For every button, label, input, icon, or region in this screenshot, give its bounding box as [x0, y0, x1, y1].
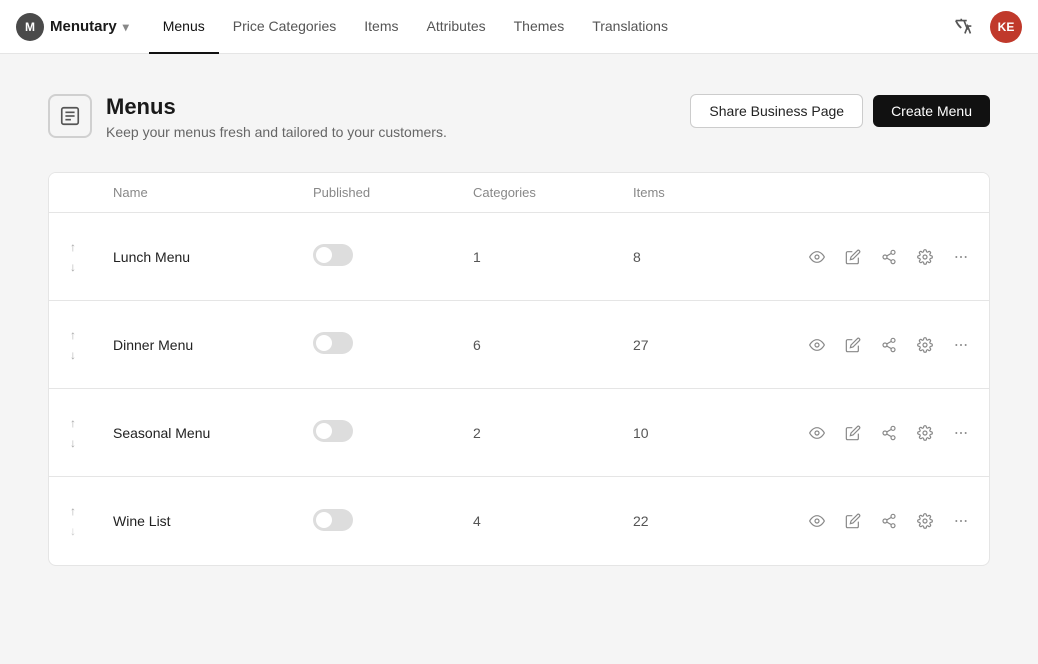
row-actions — [737, 233, 989, 281]
col-header-categories: Categories — [457, 173, 617, 212]
col-header-name: Name — [97, 173, 297, 212]
menu-published-toggle[interactable] — [297, 228, 457, 285]
toggle-slider — [313, 244, 353, 266]
page-header: Menus Keep your menus fresh and tailored… — [48, 94, 990, 140]
create-menu-button[interactable]: Create Menu — [873, 95, 990, 127]
user-avatar[interactable]: KE — [990, 11, 1022, 43]
more-options-button[interactable] — [945, 417, 977, 449]
menus-icon — [48, 94, 92, 138]
move-up-button[interactable]: ↑ — [66, 415, 80, 431]
toggle-switch[interactable] — [313, 420, 353, 442]
menu-categories-count: 2 — [457, 409, 617, 457]
view-button[interactable] — [801, 241, 833, 273]
menu-items-count: 8 — [617, 233, 737, 281]
nav-item-themes[interactable]: Themes — [500, 0, 579, 54]
move-down-button[interactable]: ↓ — [66, 523, 80, 539]
col-header-published: Published — [297, 173, 457, 212]
move-down-button[interactable]: ↓ — [66, 259, 80, 275]
toggle-switch[interactable] — [313, 509, 353, 531]
table-row: ↑ ↓ Wine List 4 22 — [49, 477, 989, 565]
menu-categories-count: 1 — [457, 233, 617, 281]
nav-item-translations[interactable]: Translations — [578, 0, 682, 54]
view-button[interactable] — [801, 505, 833, 537]
col-header-actions — [737, 173, 989, 212]
brand-avatar: M — [16, 13, 44, 41]
share-business-page-button[interactable]: Share Business Page — [690, 94, 863, 128]
move-up-button[interactable]: ↑ — [66, 503, 80, 519]
table-row: ↑ ↓ Dinner Menu 6 27 — [49, 301, 989, 389]
toggle-slider — [313, 332, 353, 354]
share-button[interactable] — [873, 241, 905, 273]
row-order-controls: ↑ ↓ — [49, 495, 97, 547]
toggle-slider — [313, 420, 353, 442]
menu-name: Seasonal Menu — [97, 409, 297, 457]
nav-items: Menus Price Categories Items Attributes … — [149, 0, 944, 53]
row-actions — [737, 409, 989, 457]
page-header-right: Share Business Page Create Menu — [690, 94, 990, 128]
menu-name: Dinner Menu — [97, 321, 297, 369]
move-down-button[interactable]: ↓ — [66, 347, 80, 363]
menu-items-count: 10 — [617, 409, 737, 457]
toggle-switch[interactable] — [313, 332, 353, 354]
table-row: ↑ ↓ Seasonal Menu 2 10 — [49, 389, 989, 477]
page-title-group: Menus Keep your menus fresh and tailored… — [106, 94, 447, 140]
row-order-controls: ↑ ↓ — [49, 319, 97, 371]
menu-items-count: 22 — [617, 497, 737, 545]
nav-item-items[interactable]: Items — [350, 0, 412, 54]
menu-items-count: 27 — [617, 321, 737, 369]
share-button[interactable] — [873, 417, 905, 449]
row-order-controls: ↑ ↓ — [49, 231, 97, 283]
main-content: Menus Keep your menus fresh and tailored… — [0, 54, 1038, 606]
settings-button[interactable] — [909, 505, 941, 537]
edit-button[interactable] — [837, 241, 869, 273]
menu-name: Lunch Menu — [97, 233, 297, 281]
menu-published-toggle[interactable] — [297, 316, 457, 373]
move-down-button[interactable]: ↓ — [66, 435, 80, 451]
edit-button[interactable] — [837, 505, 869, 537]
nav-right: KE — [948, 11, 1022, 43]
brand-chevron-icon: ▾ — [123, 20, 129, 34]
nav-item-price-categories[interactable]: Price Categories — [219, 0, 351, 54]
menus-table: Name Published Categories Items ↑ ↓ Lunc… — [48, 172, 990, 566]
more-options-button[interactable] — [945, 241, 977, 273]
share-button[interactable] — [873, 505, 905, 537]
settings-button[interactable] — [909, 417, 941, 449]
top-nav: M Menutary ▾ Menus Price Categories Item… — [0, 0, 1038, 54]
share-button[interactable] — [873, 329, 905, 361]
menu-published-toggle[interactable] — [297, 493, 457, 550]
row-order-controls: ↑ ↓ — [49, 407, 97, 459]
menu-published-toggle[interactable] — [297, 404, 457, 461]
col-header-items: Items — [617, 173, 737, 212]
page-header-left: Menus Keep your menus fresh and tailored… — [48, 94, 447, 140]
toggle-switch[interactable] — [313, 244, 353, 266]
table-header: Name Published Categories Items — [49, 173, 989, 213]
menu-name: Wine List — [97, 497, 297, 545]
nav-item-menus[interactable]: Menus — [149, 0, 219, 54]
brand-name: Menutary — [50, 18, 117, 35]
edit-button[interactable] — [837, 329, 869, 361]
table-row: ↑ ↓ Lunch Menu 1 8 — [49, 213, 989, 301]
view-button[interactable] — [801, 329, 833, 361]
settings-button[interactable] — [909, 241, 941, 273]
toggle-slider — [313, 509, 353, 531]
menu-categories-count: 6 — [457, 321, 617, 369]
view-button[interactable] — [801, 417, 833, 449]
edit-button[interactable] — [837, 417, 869, 449]
page-title: Menus — [106, 94, 447, 120]
move-up-button[interactable]: ↑ — [66, 327, 80, 343]
settings-button[interactable] — [909, 329, 941, 361]
more-options-button[interactable] — [945, 505, 977, 537]
page-subtitle: Keep your menus fresh and tailored to yo… — [106, 124, 447, 140]
translate-icon[interactable] — [948, 11, 980, 43]
brand-logo[interactable]: M Menutary ▾ — [16, 13, 129, 41]
col-header-order — [49, 173, 97, 212]
row-actions — [737, 497, 989, 545]
row-actions — [737, 321, 989, 369]
menu-categories-count: 4 — [457, 497, 617, 545]
nav-item-attributes[interactable]: Attributes — [412, 0, 499, 54]
move-up-button[interactable]: ↑ — [66, 239, 80, 255]
more-options-button[interactable] — [945, 329, 977, 361]
